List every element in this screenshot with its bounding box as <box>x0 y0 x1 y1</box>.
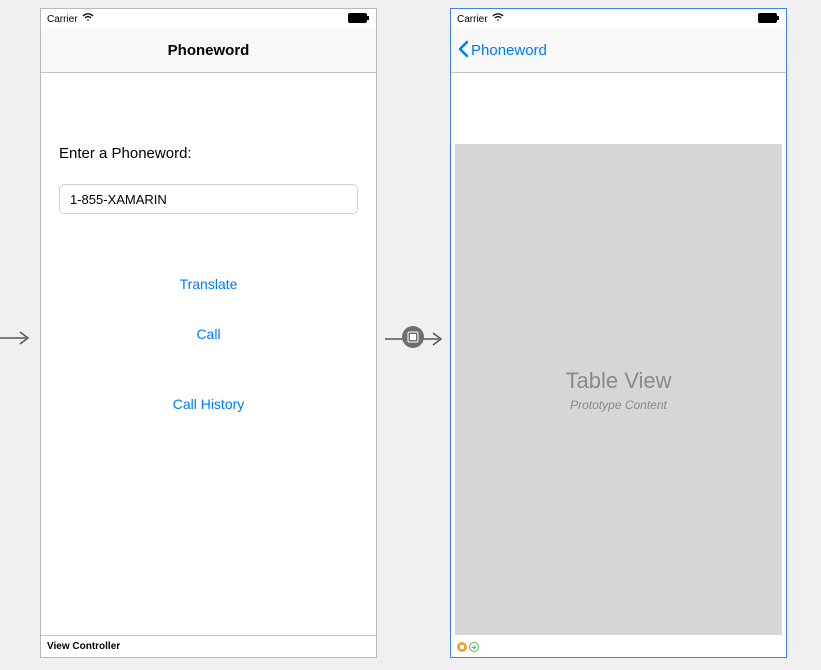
segue-icon[interactable] <box>402 326 424 348</box>
controller-name-label: View Controller <box>47 641 120 652</box>
back-button[interactable]: Phoneword <box>451 40 547 62</box>
storyboard-entry-arrow <box>0 330 34 346</box>
status-bar: Carrier <box>451 9 786 29</box>
navigation-bar: Phoneword <box>41 29 376 73</box>
table-view-placeholder-subtitle: Prototype Content <box>570 398 667 412</box>
table-view-placeholder-title: Table View <box>566 368 672 394</box>
wifi-icon <box>82 13 94 25</box>
chevron-left-icon <box>457 40 469 62</box>
exit-icon[interactable] <box>469 642 479 652</box>
call-history-button[interactable]: Call History <box>59 396 358 412</box>
status-bar: Carrier <box>41 9 376 29</box>
carrier-label: Carrier <box>47 14 78 25</box>
table-view-controller-scene[interactable]: Carrier Phoneword Table Vi <box>450 8 787 658</box>
wifi-icon <box>492 13 504 25</box>
content-area: Enter a Phoneword: Translate Call Call H… <box>41 145 376 412</box>
phoneword-input[interactable] <box>59 184 358 214</box>
scene-dock[interactable]: View Controller <box>41 635 376 657</box>
back-label: Phoneword <box>471 42 547 59</box>
battery-icon <box>758 13 780 26</box>
battery-icon <box>348 13 370 26</box>
scene-dock[interactable] <box>451 637 786 657</box>
header-space <box>451 73 786 125</box>
navigation-bar: Phoneword <box>451 29 786 73</box>
nav-title: Phoneword <box>41 42 376 59</box>
first-responder-icon[interactable] <box>457 642 467 652</box>
carrier-label: Carrier <box>457 14 488 25</box>
view-controller-scene[interactable]: Carrier Phoneword Enter a Phoneword: Tra… <box>40 8 377 658</box>
enter-phoneword-label: Enter a Phoneword: <box>59 145 358 162</box>
translate-button[interactable]: Translate <box>59 276 358 292</box>
call-button[interactable]: Call <box>59 326 358 342</box>
table-view[interactable]: Table View Prototype Content <box>455 144 782 635</box>
